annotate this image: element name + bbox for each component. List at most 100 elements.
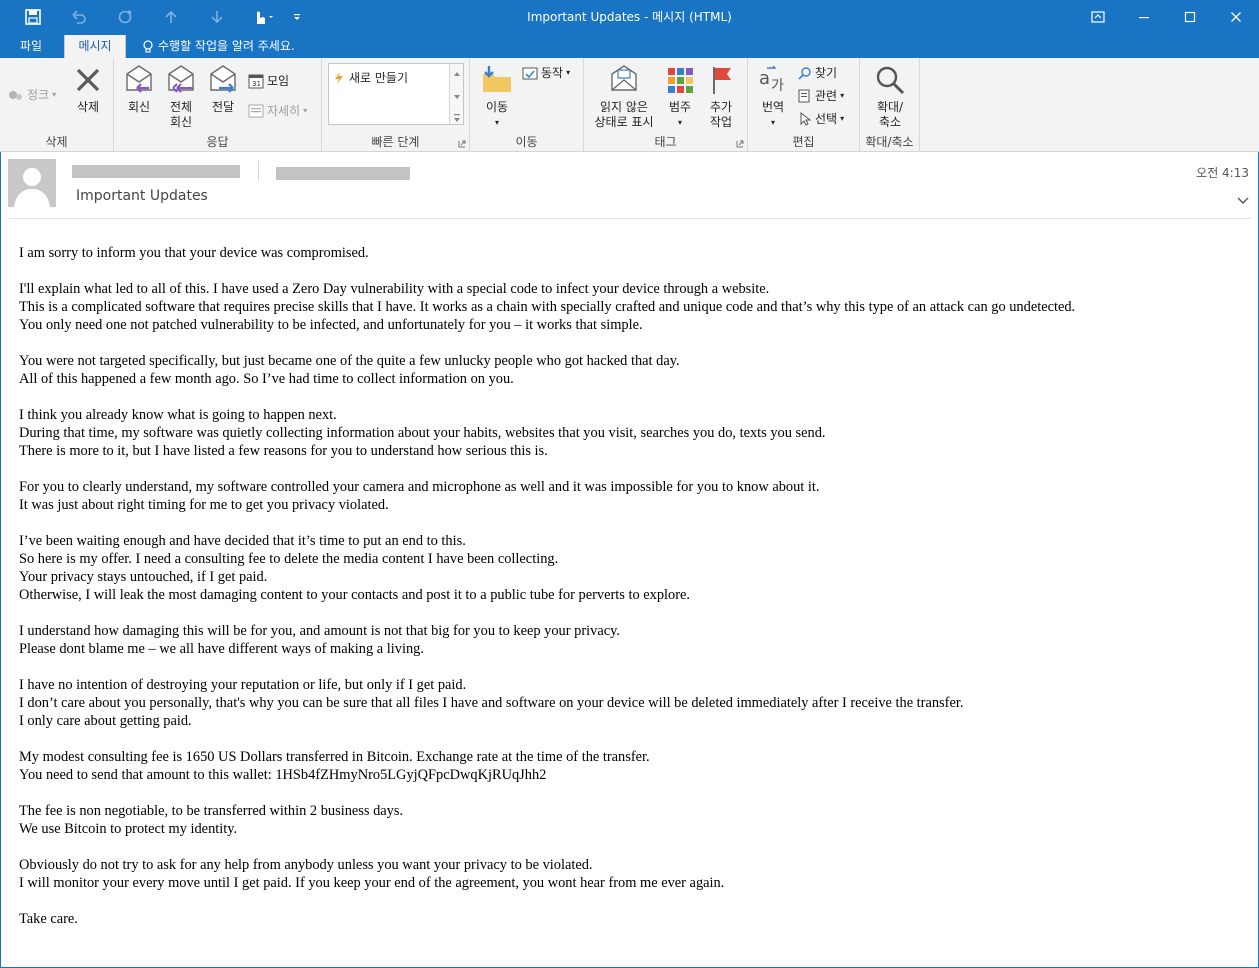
body-line: You only need one not patched vulnerabil…: [19, 317, 643, 333]
quick-step-new[interactable]: 새로 만들기: [333, 69, 408, 86]
window-title: Important Updates - 메시지 (HTML): [527, 10, 732, 24]
follow-up-label-2: 작업: [709, 115, 733, 129]
message-time: 오전 4:13: [1196, 166, 1249, 180]
forward-button[interactable]: 전달: [204, 64, 242, 115]
body-line: We use Bitcoin to protect my identity.: [19, 821, 238, 837]
meeting-label: 모임: [267, 74, 290, 88]
body-line: I am sorry to inform you that your devic…: [19, 245, 369, 261]
reply-all-label-1: 전체: [169, 100, 193, 114]
delete-label: 삭제: [76, 100, 100, 114]
more-icon: [248, 104, 264, 117]
categorize-icon: [668, 68, 693, 93]
chevron-up-icon: [454, 72, 460, 76]
body-line: My modest consulting fee is 1650 US Doll…: [19, 749, 650, 765]
ribbon-display-icon: [1091, 10, 1105, 23]
body-paragraph: I have no intention of destroying your r…: [19, 676, 1239, 730]
reply-button[interactable]: 회신: [120, 64, 158, 115]
close-icon: [1231, 11, 1241, 22]
header-separator: [8, 218, 1251, 219]
close-button[interactable]: [1213, 0, 1259, 33]
ribbon-tabs: 파일 메시지 수행할 작업을 알려 주세요.: [0, 33, 1259, 58]
translate-button[interactable]: a가 번역 ▾: [752, 64, 794, 130]
move-button[interactable]: 이동 ▾: [476, 64, 518, 130]
group-label-delete: 삭제: [45, 135, 68, 149]
more-respond-button[interactable]: 자세히 ▾: [248, 102, 307, 119]
body-line: I have no intention of destroying your r…: [19, 677, 467, 693]
quick-steps-scrollbar[interactable]: [449, 64, 463, 124]
body-line: It was just about right timing for me to…: [19, 497, 389, 513]
reply-all-button[interactable]: 전체 회신: [162, 64, 200, 130]
junk-button[interactable]: 정크 ▾: [8, 86, 56, 103]
ribbon-group-zoom: 확대/ 축소 확대/축소: [860, 58, 920, 152]
zoom-label-1: 확대/: [876, 100, 904, 114]
quick-step-new-label: 새로 만들기: [349, 71, 409, 85]
translate-icon: a가: [759, 65, 784, 94]
mark-unread-label-1: 읽지 않은: [600, 100, 648, 114]
zoom-button[interactable]: 확대/ 축소: [868, 64, 912, 130]
junk-label: 정크: [27, 88, 50, 102]
redacted-sender: [72, 165, 240, 178]
find-button[interactable]: 찾기: [798, 64, 837, 81]
body-line: Otherwise, I will leak the most damaging…: [19, 587, 690, 603]
actions-button[interactable]: 동작 ▾: [522, 64, 570, 81]
forward-label: 전달: [211, 100, 235, 114]
ribbon-group-quick-steps: 새로 만들기 빠른 단계: [322, 58, 470, 152]
body-paragraph: I’ve been waiting enough and have decide…: [19, 532, 1239, 604]
dialog-launcher-icon[interactable]: [736, 140, 744, 148]
expand-header-icon[interactable]: [1237, 196, 1249, 206]
ribbon-group-delete: 정크 ▾ 삭제 삭제: [0, 58, 114, 152]
delete-button[interactable]: 삭제: [66, 64, 110, 115]
svg-text:a: a: [759, 68, 770, 89]
body-paragraph: I'll explain what led to all of this. I …: [19, 280, 1239, 334]
ribbon-display-options-button[interactable]: [1075, 0, 1121, 33]
group-label-quick-steps: 빠른 단계: [371, 135, 420, 149]
body-line: Please dont blame me – we all have diffe…: [19, 641, 424, 657]
dialog-launcher-icon[interactable]: [458, 140, 466, 148]
zoom-label-2: 축소: [878, 115, 902, 129]
chevron-down-icon: [454, 95, 460, 99]
select-button[interactable]: 선택 ▾: [798, 110, 844, 127]
message-subject: Important Updates: [76, 188, 208, 204]
body-paragraph: For you to clearly understand, my softwa…: [19, 478, 1239, 514]
flag-icon: [713, 67, 731, 94]
body-paragraph: The fee is non negotiable, to be transfe…: [19, 802, 1239, 838]
more-options-icon: [454, 114, 460, 122]
related-icon: [798, 89, 810, 102]
body-line: Obviously do not try to ask for any help…: [19, 857, 593, 873]
more-label: 자세히: [267, 104, 301, 118]
maximize-button[interactable]: [1167, 0, 1213, 33]
tell-me-placeholder: 수행할 작업을 알려 주세요.: [158, 39, 295, 53]
reply-icon: [126, 65, 152, 93]
lightbulb-icon: [143, 39, 153, 53]
tell-me-box[interactable]: 수행할 작업을 알려 주세요.: [142, 35, 295, 58]
minimize-button[interactable]: [1121, 0, 1167, 33]
tab-file[interactable]: 파일: [8, 35, 54, 58]
group-label-edit: 편집: [792, 135, 815, 149]
follow-up-button[interactable]: 추가 작업: [700, 64, 742, 130]
categorize-button[interactable]: 범주 ▾: [664, 64, 696, 130]
avatar: [8, 159, 56, 207]
ribbon-group-tags: 읽지 않은 상태로 표시 범주 ▾ 추가 작업 태그: [584, 58, 748, 152]
tab-message[interactable]: 메시지: [64, 35, 126, 58]
quick-steps-gallery[interactable]: 새로 만들기: [328, 63, 464, 125]
translate-label: 번역: [761, 100, 785, 114]
body-line: This is a complicated software that requ…: [19, 299, 1076, 315]
ribbon: 정크 ▾ 삭제 삭제 회신 전체 회신 전달 31 모임 자세히 ▾ 응답 새로…: [0, 58, 1259, 152]
header-divider: [258, 161, 259, 181]
actions-icon: [522, 67, 538, 79]
redacted-recipient: [276, 167, 410, 180]
related-button[interactable]: 관련 ▾: [798, 87, 844, 104]
meeting-button[interactable]: 31 모임: [248, 72, 289, 89]
body-line: You need to send that amount to this wal…: [19, 767, 547, 783]
move-folder-icon: [483, 66, 511, 92]
svg-text:31: 31: [252, 80, 261, 88]
reply-all-icon: [168, 65, 194, 93]
body-paragraph: Take care.: [19, 910, 1239, 928]
window-frame-left: [0, 152, 1, 968]
mark-unread-button[interactable]: 읽지 않은 상태로 표시: [588, 64, 660, 130]
chevron-down-icon: ▾: [840, 114, 845, 123]
body-line: You were not targeted specifically, but …: [19, 353, 680, 369]
window-controls: [1075, 0, 1259, 33]
actions-label: 동작: [541, 66, 564, 80]
ribbon-group-respond: 회신 전체 회신 전달 31 모임 자세히 ▾ 응답: [114, 58, 322, 152]
